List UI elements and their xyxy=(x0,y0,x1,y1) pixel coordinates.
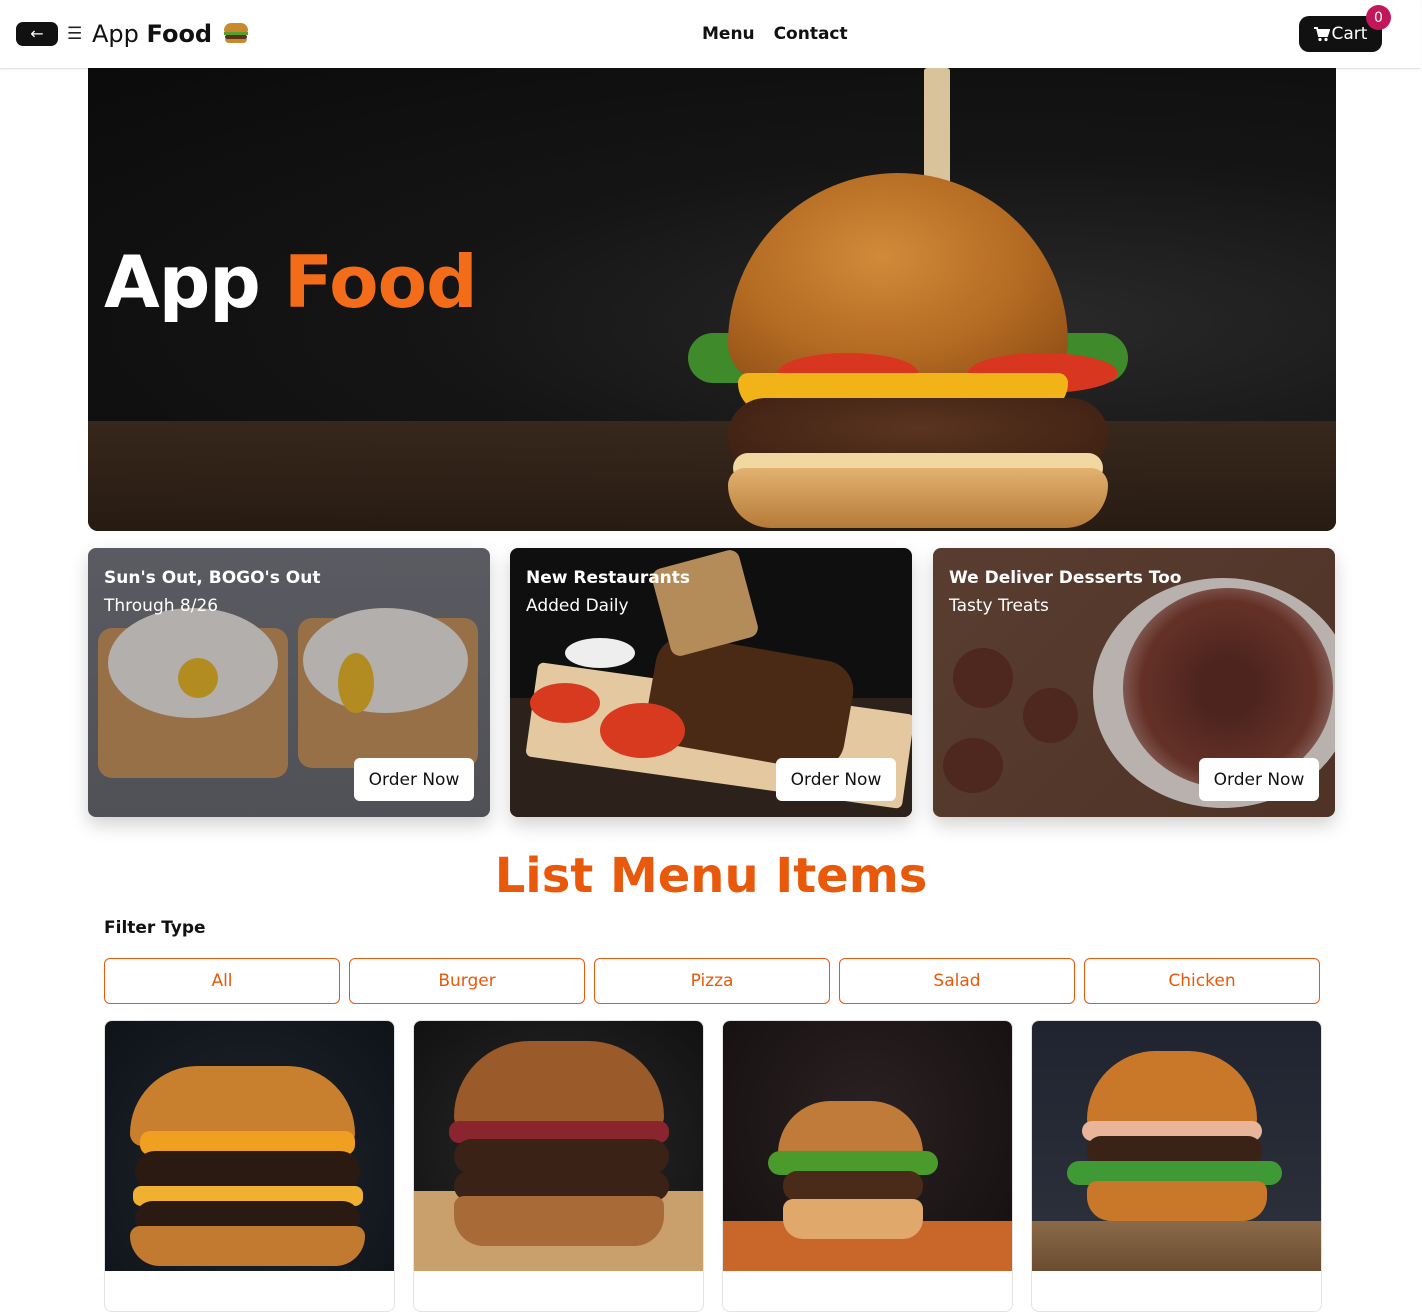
back-button[interactable]: ← xyxy=(16,22,58,46)
menu-item-image xyxy=(723,1021,1012,1271)
nav-link-menu[interactable]: Menu xyxy=(702,24,755,44)
promo-subtitle: Through 8/26 xyxy=(104,596,219,616)
burger-skewer xyxy=(924,68,950,188)
filter-salad-button[interactable]: Salad xyxy=(839,958,1075,1004)
menu-item-card[interactable] xyxy=(413,1020,704,1312)
brand-text-bold: Food xyxy=(146,20,213,48)
filter-type-label: Filter Type xyxy=(104,918,206,938)
hero-title: App Food xyxy=(104,240,478,324)
order-now-button[interactable]: Order Now xyxy=(776,758,896,801)
brand-logo[interactable]: App Food xyxy=(92,20,248,48)
hero-burger-image xyxy=(728,173,1068,383)
promo-subtitle: Added Daily xyxy=(526,596,629,616)
promo-card-bogo: Sun's Out, BOGO's Out Through 8/26 Order… xyxy=(88,548,490,817)
brand-text-plain: App xyxy=(92,20,139,48)
top-navbar: ← ☰ App Food Menu Contact Cart 0 xyxy=(0,0,1420,69)
filter-all-button[interactable]: All xyxy=(104,958,340,1004)
menu-item-image xyxy=(1032,1021,1321,1271)
hamburger-menu-icon[interactable]: ☰ xyxy=(67,24,82,44)
hero-banner: App Food xyxy=(88,68,1336,531)
cart-icon xyxy=(1313,26,1330,41)
nav-links: Menu Contact xyxy=(702,24,861,44)
menu-item-card[interactable] xyxy=(104,1020,395,1312)
order-now-button[interactable]: Order Now xyxy=(1199,758,1319,801)
promo-card-restaurants: New Restaurants Added Daily Order Now xyxy=(510,548,912,817)
cart-label: Cart xyxy=(1331,24,1368,44)
filter-burger-button[interactable]: Burger xyxy=(349,958,585,1004)
promo-subtitle: Tasty Treats xyxy=(949,596,1049,616)
menu-item-card[interactable] xyxy=(722,1020,1013,1312)
filter-chicken-button[interactable]: Chicken xyxy=(1084,958,1320,1004)
promo-title: New Restaurants xyxy=(526,568,691,588)
promo-title: Sun's Out, BOGO's Out xyxy=(104,568,321,588)
promo-card-desserts: We Deliver Desserts Too Tasty Treats Ord… xyxy=(933,548,1335,817)
menu-item-image xyxy=(414,1021,703,1271)
menu-item-card[interactable] xyxy=(1031,1020,1322,1312)
filter-pizza-button[interactable]: Pizza xyxy=(594,958,830,1004)
cart-count-badge: 0 xyxy=(1366,5,1391,30)
promo-title: We Deliver Desserts Too xyxy=(949,568,1182,588)
nav-link-contact[interactable]: Contact xyxy=(774,24,848,44)
menu-item-image xyxy=(105,1021,394,1271)
order-now-button[interactable]: Order Now xyxy=(354,758,474,801)
arrow-left-icon: ← xyxy=(30,24,44,43)
menu-section-title: List Menu Items xyxy=(494,848,928,904)
burger-icon xyxy=(223,23,248,43)
hero-table-surface xyxy=(88,421,1336,531)
